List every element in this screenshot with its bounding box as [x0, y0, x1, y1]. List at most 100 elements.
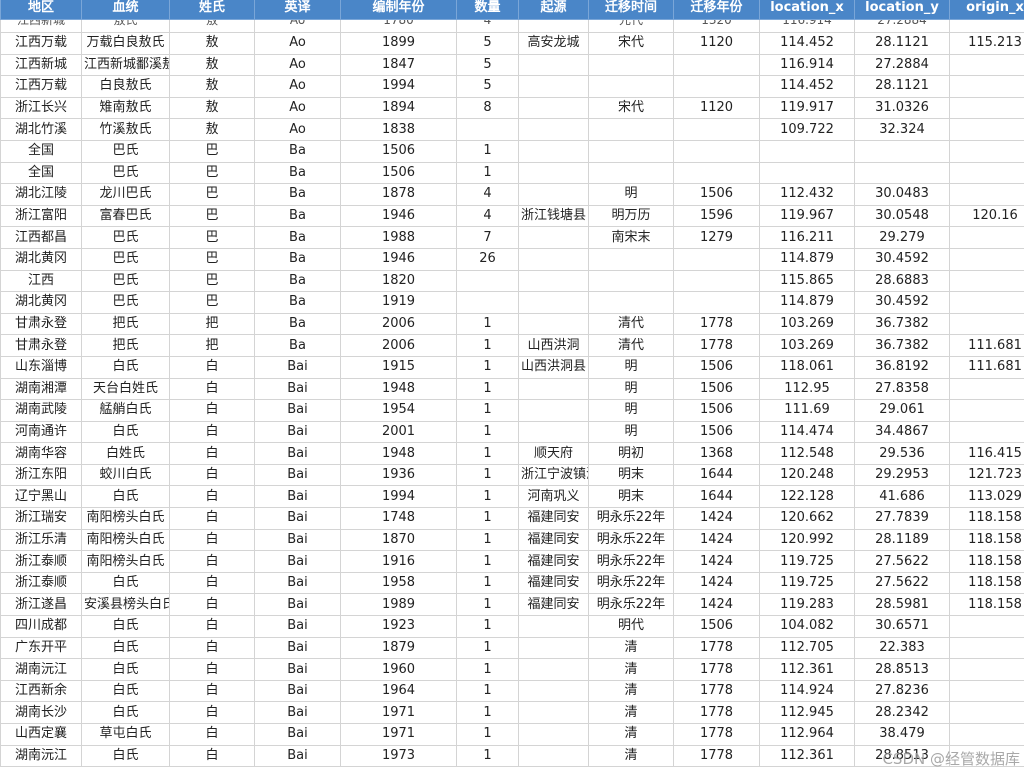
- table-cell[interactable]: 1: [456, 636, 519, 660]
- table-cell[interactable]: Ba: [254, 139, 341, 163]
- table-cell[interactable]: 1506: [673, 355, 760, 379]
- table-cell[interactable]: 1279: [673, 226, 760, 249]
- table-cell[interactable]: 白氏: [81, 355, 170, 379]
- table-cell[interactable]: 1820: [340, 269, 457, 293]
- table-cell[interactable]: 28.1189: [854, 528, 950, 552]
- table-cell[interactable]: 江西新城: [0, 19, 82, 33]
- table-cell[interactable]: 湖北黄冈: [0, 247, 82, 271]
- table-cell[interactable]: Ba: [254, 291, 341, 314]
- table-cell[interactable]: 江西: [0, 269, 82, 293]
- table-cell[interactable]: 白: [169, 615, 255, 638]
- table-cell[interactable]: [673, 139, 760, 163]
- table-cell[interactable]: 31.0326: [854, 96, 950, 120]
- table-cell[interactable]: [949, 19, 1024, 33]
- table-cell[interactable]: [518, 679, 589, 703]
- table-cell[interactable]: Ba: [254, 183, 341, 206]
- table-cell[interactable]: 湖南沅江: [0, 744, 82, 768]
- table-cell[interactable]: 明代: [588, 615, 674, 638]
- table-cell[interactable]: 5: [456, 75, 519, 98]
- table-cell[interactable]: 白: [169, 442, 255, 465]
- table-cell[interactable]: 白: [169, 701, 255, 724]
- table-cell[interactable]: 湖北黄冈: [0, 291, 82, 314]
- table-cell[interactable]: 36.7382: [854, 334, 950, 357]
- table-cell[interactable]: 白: [169, 550, 255, 573]
- table-cell[interactable]: [673, 75, 760, 98]
- table-cell[interactable]: 白: [169, 528, 255, 552]
- table-cell[interactable]: 1778: [673, 334, 760, 357]
- table-cell[interactable]: [949, 312, 1024, 336]
- table-cell[interactable]: 1: [456, 507, 519, 530]
- table-cell[interactable]: [588, 139, 674, 163]
- table-cell[interactable]: 111.681: [949, 334, 1024, 357]
- table-cell[interactable]: 白: [169, 355, 255, 379]
- table-cell[interactable]: 1424: [673, 550, 760, 573]
- table-cell[interactable]: 白: [169, 485, 255, 509]
- table-cell[interactable]: 1506: [340, 161, 457, 185]
- table-cell[interactable]: 湖南沅江: [0, 658, 82, 681]
- table-cell[interactable]: 1: [456, 615, 519, 638]
- table-cell[interactable]: 把: [169, 312, 255, 336]
- table-cell[interactable]: [949, 723, 1024, 746]
- table-cell[interactable]: 白: [169, 507, 255, 530]
- table-cell[interactable]: 1: [456, 571, 519, 595]
- table-cell[interactable]: 浙江钱塘县: [518, 204, 589, 228]
- table-cell[interactable]: Bai: [254, 420, 341, 444]
- table-cell[interactable]: [949, 269, 1024, 293]
- table-cell[interactable]: 1847: [340, 53, 457, 77]
- table-cell[interactable]: 南宋末: [588, 226, 674, 249]
- table-cell[interactable]: [518, 96, 589, 120]
- table-cell[interactable]: 112.361: [759, 744, 855, 768]
- table-cell[interactable]: [673, 118, 760, 141]
- column-header[interactable]: E英译: [254, 0, 341, 20]
- table-cell[interactable]: 江西新城鄱溪敖氏: [81, 53, 170, 77]
- table-cell[interactable]: 1: [456, 161, 519, 185]
- table-cell[interactable]: 巴: [169, 204, 255, 228]
- table-cell[interactable]: 清: [588, 723, 674, 746]
- table-cell[interactable]: Ao: [254, 75, 341, 98]
- table-cell[interactable]: [588, 269, 674, 293]
- table-cell[interactable]: 白: [169, 658, 255, 681]
- table-cell[interactable]: 龙川巴氏: [81, 183, 170, 206]
- table-cell[interactable]: [949, 183, 1024, 206]
- table-cell[interactable]: [518, 615, 589, 638]
- table-cell[interactable]: 1: [456, 420, 519, 444]
- table-cell[interactable]: 福建同安: [518, 528, 589, 552]
- table-cell[interactable]: [456, 291, 519, 314]
- table-cell[interactable]: 白氏: [81, 420, 170, 444]
- table-cell[interactable]: [518, 19, 589, 33]
- table-cell[interactable]: 36.7382: [854, 312, 950, 336]
- table-cell[interactable]: 白: [169, 399, 255, 422]
- table-cell[interactable]: 1: [456, 485, 519, 509]
- table-cell[interactable]: Ba: [254, 204, 341, 228]
- table-cell[interactable]: [949, 247, 1024, 271]
- table-cell[interactable]: 蛟川白氏: [81, 463, 170, 487]
- table-cell[interactable]: 甘肃永登: [0, 334, 82, 357]
- table-cell[interactable]: 巴: [169, 269, 255, 293]
- table-cell[interactable]: 119.283: [759, 593, 855, 617]
- table-cell[interactable]: [518, 377, 589, 401]
- table-cell[interactable]: 1878: [340, 183, 457, 206]
- table-cell[interactable]: 1424: [673, 528, 760, 552]
- table-cell[interactable]: 巴: [169, 247, 255, 271]
- table-cell[interactable]: 5: [456, 53, 519, 77]
- table-cell[interactable]: 114.452: [759, 75, 855, 98]
- table-cell[interactable]: 118.158: [949, 528, 1024, 552]
- table-cell[interactable]: 白: [169, 571, 255, 595]
- table-cell[interactable]: 1506: [673, 399, 760, 422]
- table-cell[interactable]: 草屯白氏: [81, 723, 170, 746]
- table-cell[interactable]: 103.269: [759, 312, 855, 336]
- table-cell[interactable]: 南阳榜头白氏: [81, 507, 170, 530]
- table-cell[interactable]: 白: [169, 679, 255, 703]
- table-cell[interactable]: 119.725: [759, 550, 855, 573]
- table-cell[interactable]: [518, 53, 589, 77]
- table-cell[interactable]: 浙江宁波镇海县: [518, 463, 589, 487]
- table-cell[interactable]: 115.213: [949, 32, 1024, 55]
- table-cell[interactable]: 1320: [673, 19, 760, 33]
- table-cell[interactable]: 江西万载: [0, 32, 82, 55]
- table-cell[interactable]: 120.662: [759, 507, 855, 530]
- table-cell[interactable]: 118.158: [949, 593, 1024, 617]
- table-cell[interactable]: 巴氏: [81, 139, 170, 163]
- table-cell[interactable]: 天台白姓氏: [81, 377, 170, 401]
- table-cell[interactable]: [518, 226, 589, 249]
- table-cell[interactable]: [518, 420, 589, 444]
